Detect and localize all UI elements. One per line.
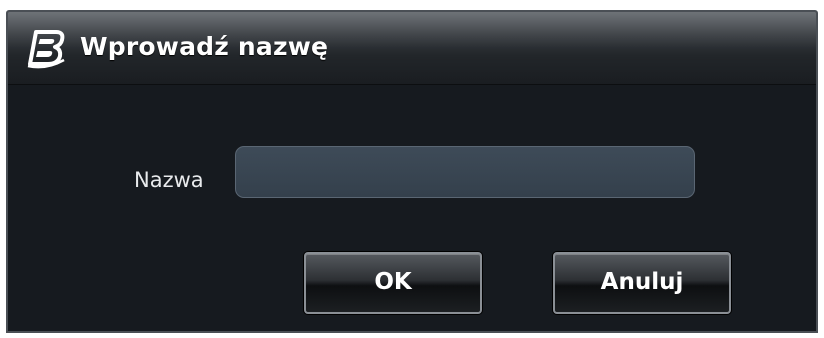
- cancel-button[interactable]: Anuluj: [553, 252, 731, 314]
- enter-name-dialog: Wprowadź nazwę Nazwa OK Anuluj: [6, 10, 818, 333]
- ok-button[interactable]: OK: [304, 252, 482, 314]
- name-field-label: Nazwa: [134, 168, 204, 192]
- dialog-titlebar[interactable]: Wprowadź nazwę: [8, 12, 816, 85]
- b-logo-icon: [27, 30, 65, 69]
- name-input[interactable]: [235, 146, 695, 198]
- dialog-title: Wprowadź nazwę: [80, 32, 329, 61]
